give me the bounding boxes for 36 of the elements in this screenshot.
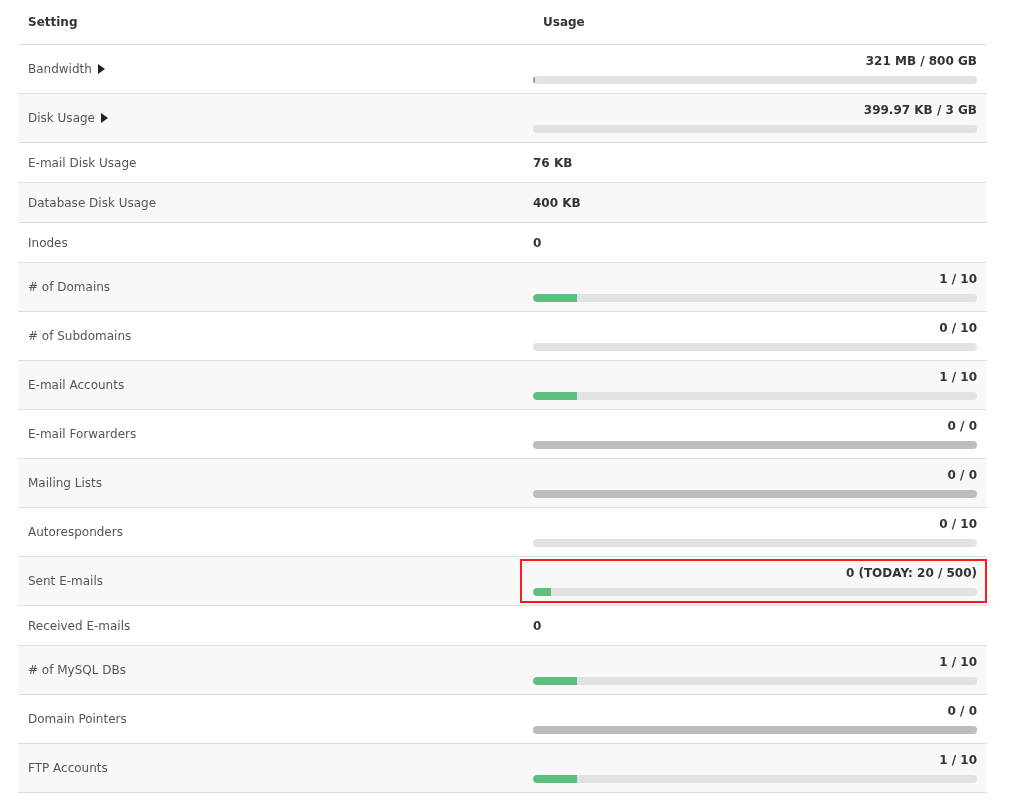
usage-value: 1 / 10 [939, 272, 977, 286]
usage-value: 0 / 0 [947, 704, 977, 718]
usage-value: 0 / 0 [947, 419, 977, 433]
expand-triangle-icon[interactable] [101, 113, 108, 123]
setting-label: Sent E-mails [28, 574, 103, 588]
setting-label: Domain Pointers [28, 712, 127, 726]
setting-label: Autoresponders [28, 525, 123, 539]
setting-label: Mailing Lists [28, 476, 102, 490]
setting-label: # of MySQL DBs [28, 663, 126, 677]
column-header: Usage [542, 15, 585, 29]
usage-value: 76 KB [533, 155, 573, 170]
setting-label: FTP Accounts [28, 761, 108, 775]
setting-label: Disk Usage [28, 111, 95, 125]
setting-label: E-mail Disk Usage [28, 155, 137, 170]
setting-label: Bandwidth [28, 62, 92, 76]
usage-value: 1 / 10 [939, 753, 977, 767]
expand-triangle-icon[interactable] [97, 64, 105, 74]
usage-value: 321 MB / 800 GB [865, 54, 977, 68]
usage-value: 0 / 0 [947, 468, 977, 482]
usage-value: 0 / 10 [939, 517, 977, 531]
usage-value: 0 (TODAY: 20 / 500) [845, 566, 977, 580]
column-header: Setting [27, 15, 78, 29]
setting-label: # of Subdomains [28, 329, 132, 343]
setting-label: Inodes [28, 235, 68, 250]
setting-label: # of Domains [28, 280, 111, 294]
usage-value: 0 / 10 [939, 321, 977, 335]
usage-value: 0 [533, 235, 542, 250]
usage-value: 1 / 10 [939, 370, 977, 384]
setting-label: E-mail Accounts [28, 378, 125, 392]
usage-value: 400 KB [533, 195, 581, 210]
usage-value: 399.97 KB / 3 GB [863, 103, 977, 117]
usage-value: 1 / 10 [939, 655, 977, 669]
setting-label: Received E-mails [28, 618, 131, 633]
usage-value: 0 [533, 618, 542, 633]
setting-label: E-mail Forwarders [28, 427, 137, 441]
setting-label: Database Disk Usage [28, 195, 157, 210]
